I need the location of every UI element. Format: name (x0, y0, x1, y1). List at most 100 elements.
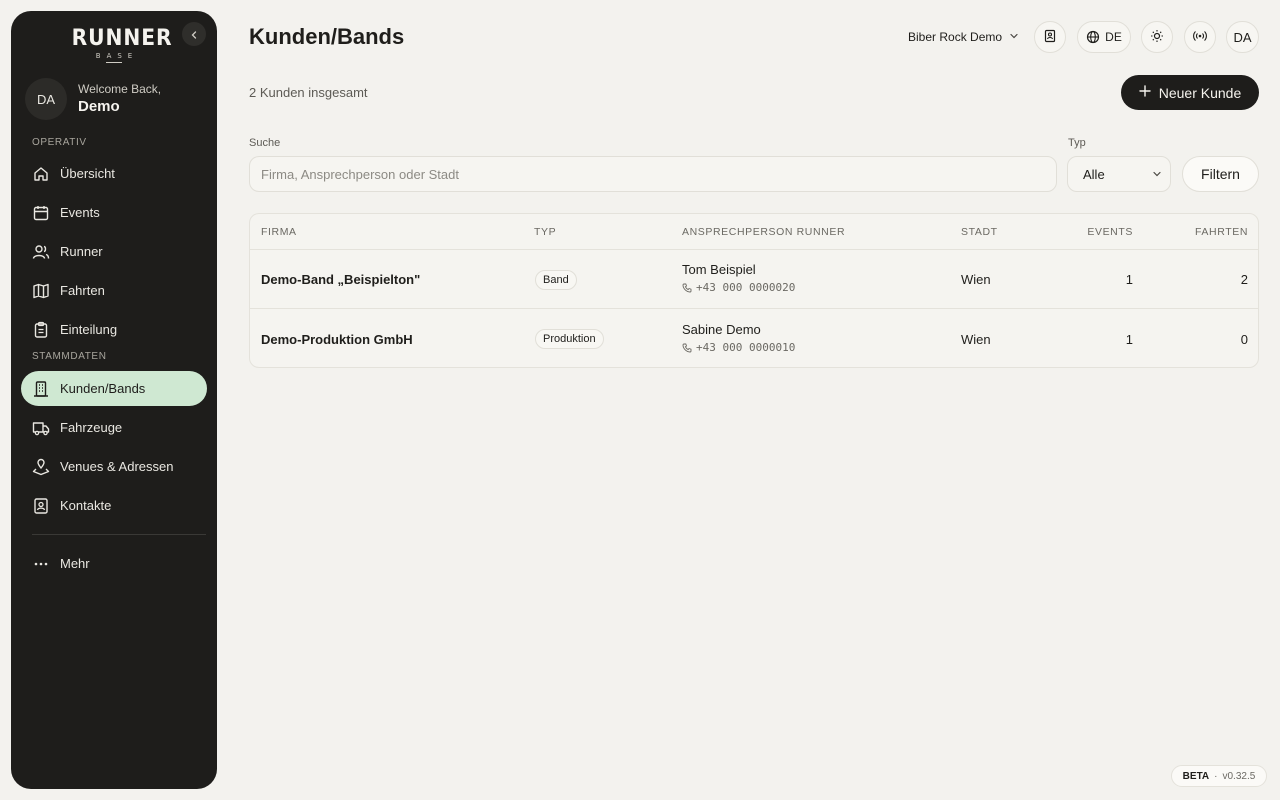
filter-button[interactable]: Filtern (1182, 156, 1259, 192)
contact-card-icon (1043, 29, 1057, 46)
type-label: Typ (1068, 137, 1086, 149)
sidebar-item-kontakte[interactable]: Kontakte (21, 488, 207, 523)
cell-fahrten: 0 (1240, 332, 1248, 347)
more-icon (32, 555, 50, 573)
cell-events: 1 (1125, 272, 1133, 287)
sidebar-item-events[interactable]: Events (21, 195, 207, 230)
table-row[interactable]: Demo-Band „Beispielton" Band Tom Beispie… (250, 250, 1258, 309)
type-badge: Produktion (535, 329, 604, 349)
calendar-icon (32, 204, 50, 222)
building-icon (32, 380, 50, 398)
truck-icon (32, 419, 50, 437)
phone-icon (682, 283, 692, 293)
cell-contact-phone[interactable]: +43 000 0000020 (682, 281, 795, 294)
customer-count: 2 Kunden insgesamt (249, 85, 368, 100)
logo-sub-text: BASE (95, 52, 139, 60)
phone-icon (682, 343, 692, 353)
contact-icon (32, 497, 50, 515)
sidebar-item-fahrten[interactable]: Fahrten (21, 273, 207, 308)
sun-icon (1150, 29, 1164, 46)
plus-icon (1139, 84, 1151, 102)
chevron-down-icon (1152, 169, 1162, 179)
column-header-firma[interactable]: FIRMA (261, 226, 297, 238)
cell-firma[interactable]: Demo-Band „Beispielton" (261, 272, 420, 287)
cell-events: 1 (1125, 332, 1133, 347)
sidebar-item-label: Übersicht (60, 166, 115, 181)
column-header-stadt[interactable]: STADT (961, 226, 998, 238)
user-block: DA Welcome Back, Demo (25, 78, 161, 120)
sidebar-item-label: Runner (60, 244, 103, 259)
new-customer-button[interactable]: Neuer Kunde (1121, 75, 1259, 110)
avatar[interactable]: DA (25, 78, 67, 120)
cell-firma[interactable]: Demo-Produktion GmbH (261, 332, 413, 347)
version-badge: BETA · v0.32.5 (1171, 765, 1267, 787)
sidebar-item-runner[interactable]: Runner (21, 234, 207, 269)
section-label-stammdaten: STAMMDATEN (32, 351, 107, 362)
sidebar-item-label: Kunden/Bands (60, 381, 146, 396)
sidebar-item-uebersicht[interactable]: Übersicht (21, 156, 207, 191)
cell-fahrten: 2 (1240, 272, 1248, 287)
globe-icon (1086, 30, 1100, 44)
cell-stadt: Wien (961, 272, 991, 287)
map-icon (32, 282, 50, 300)
cell-contact-name: Sabine Demo (682, 322, 761, 337)
welcome-text: Welcome Back, (78, 82, 162, 96)
phone-number: +43 000 0000020 (696, 281, 796, 294)
users-icon (32, 243, 50, 261)
sidebar-item-label: Events (60, 205, 100, 220)
version-number: v0.32.5 (1222, 770, 1256, 782)
sidebar-item-label: Kontakte (60, 498, 112, 513)
page-title: Kunden/Bands (249, 24, 405, 49)
logo-main-text: RUNNER (71, 26, 173, 51)
sidebar-divider (32, 534, 206, 535)
version-separator: · (1214, 770, 1218, 782)
user-name: Demo (78, 98, 120, 115)
column-header-fahrten[interactable]: FAHRTEN (1148, 226, 1248, 238)
sidebar-item-einteilung[interactable]: Einteilung (21, 312, 207, 347)
contact-card-button[interactable] (1034, 21, 1066, 53)
broadcast-button[interactable] (1184, 21, 1216, 53)
cell-contact-name: Tom Beispiel (682, 262, 756, 277)
sidebar-item-fahrzeuge[interactable]: Fahrzeuge (21, 410, 207, 445)
phone-number: +43 000 0000010 (696, 341, 796, 354)
type-select[interactable]: Alle (1067, 156, 1171, 192)
user-avatar-button[interactable]: DA (1226, 21, 1259, 53)
logo-underline (106, 62, 122, 63)
location-icon (32, 458, 50, 476)
sidebar-item-label: Fahrten (60, 283, 105, 298)
chevron-down-icon (1009, 30, 1019, 44)
new-customer-label: Neuer Kunde (1158, 84, 1242, 101)
customers-table: FIRMA TYP ANSPRECHPERSON RUNNER STADT EV… (249, 213, 1259, 368)
beta-label: BETA (1182, 770, 1210, 782)
language-label: DE (1105, 30, 1122, 44)
runner-base-logo[interactable]: RUNNER BASE (68, 26, 173, 72)
type-badge: Band (535, 270, 577, 290)
clipboard-icon (32, 321, 50, 339)
column-header-events[interactable]: EVENTS (1033, 226, 1133, 238)
broadcast-icon (1193, 29, 1207, 46)
theme-toggle-button[interactable] (1141, 21, 1173, 53)
sidebar-item-label: Venues & Adressen (60, 459, 174, 474)
table-row[interactable]: Demo-Produktion GmbH Produktion Sabine D… (250, 310, 1258, 367)
column-header-ansprechperson[interactable]: ANSPRECHPERSON RUNNER (682, 226, 845, 238)
cell-stadt: Wien (961, 332, 991, 347)
section-label-operativ: OPERATIV (32, 137, 87, 148)
search-label: Suche (249, 137, 281, 149)
organization-name: Biber Rock Demo (908, 30, 1003, 44)
organization-select[interactable]: Biber Rock Demo (898, 22, 1029, 52)
search-input[interactable] (249, 156, 1057, 192)
language-button[interactable]: DE (1077, 21, 1131, 53)
sidebar-item-kunden-bands[interactable]: Kunden/Bands (21, 371, 207, 406)
table-header: FIRMA TYP ANSPRECHPERSON RUNNER STADT EV… (250, 214, 1258, 250)
home-icon (32, 165, 50, 183)
sidebar-item-venues[interactable]: Venues & Adressen (21, 449, 207, 484)
sidebar-collapse-button[interactable] (182, 22, 206, 46)
sidebar: RUNNER BASE DA Welcome Back, Demo OPERAT… (11, 11, 217, 789)
cell-contact-phone[interactable]: +43 000 0000010 (682, 341, 795, 354)
sidebar-item-label: Einteilung (60, 322, 118, 337)
column-header-typ[interactable]: TYP (534, 226, 556, 238)
sidebar-item-label: Fahrzeuge (60, 420, 123, 435)
sidebar-item-label: Mehr (60, 556, 90, 571)
type-select-value: Alle (1083, 166, 1105, 182)
sidebar-item-mehr[interactable]: Mehr (21, 546, 207, 581)
